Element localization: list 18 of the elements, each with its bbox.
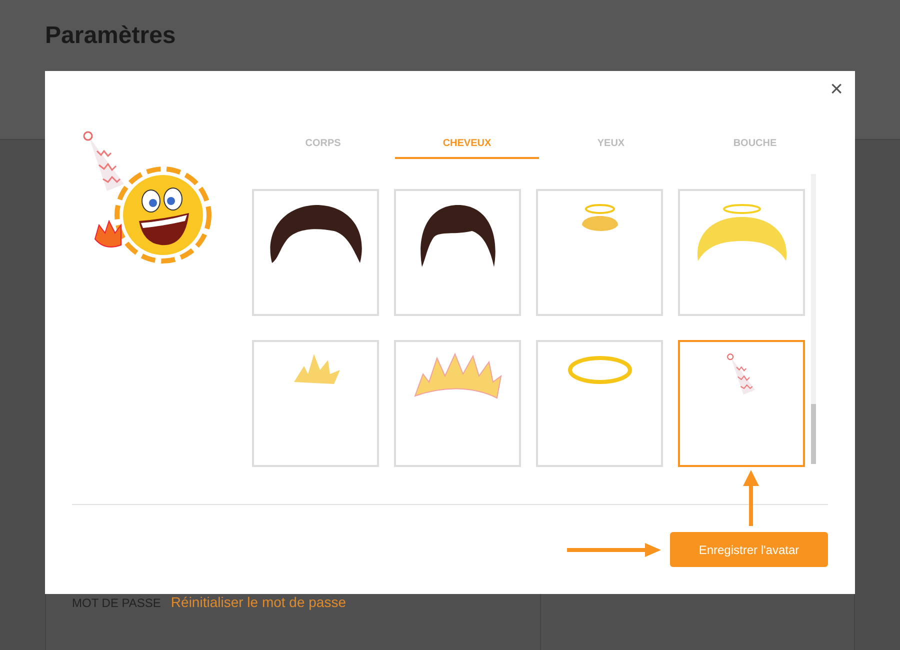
reset-password-link[interactable]: Réinitialiser le mot de passe	[170, 594, 346, 610]
tab[interactable]: YEUX	[539, 129, 683, 159]
hair-option-tile[interactable]	[678, 340, 805, 467]
hair-option-tile[interactable]	[536, 340, 663, 467]
hair-option-tile[interactable]	[394, 340, 521, 467]
save-avatar-button[interactable]: Enregistrer l'avatar	[670, 532, 828, 567]
tab[interactable]: BOUCHE	[683, 129, 827, 159]
tab[interactable]: CORPS	[251, 129, 395, 159]
hair-option-tile[interactable]	[394, 189, 521, 316]
close-button[interactable]: ×	[826, 76, 847, 102]
hair-option-tile[interactable]	[252, 189, 379, 316]
page-title: Paramètres	[45, 22, 177, 50]
hair-option-tile[interactable]	[678, 189, 805, 316]
arrow-icon	[741, 468, 761, 528]
scrollbar[interactable]	[811, 174, 816, 464]
hair-option-tile[interactable]	[536, 189, 663, 316]
hair-option-tile[interactable]	[252, 340, 379, 467]
tab[interactable]: CHEVEUX	[395, 129, 539, 159]
